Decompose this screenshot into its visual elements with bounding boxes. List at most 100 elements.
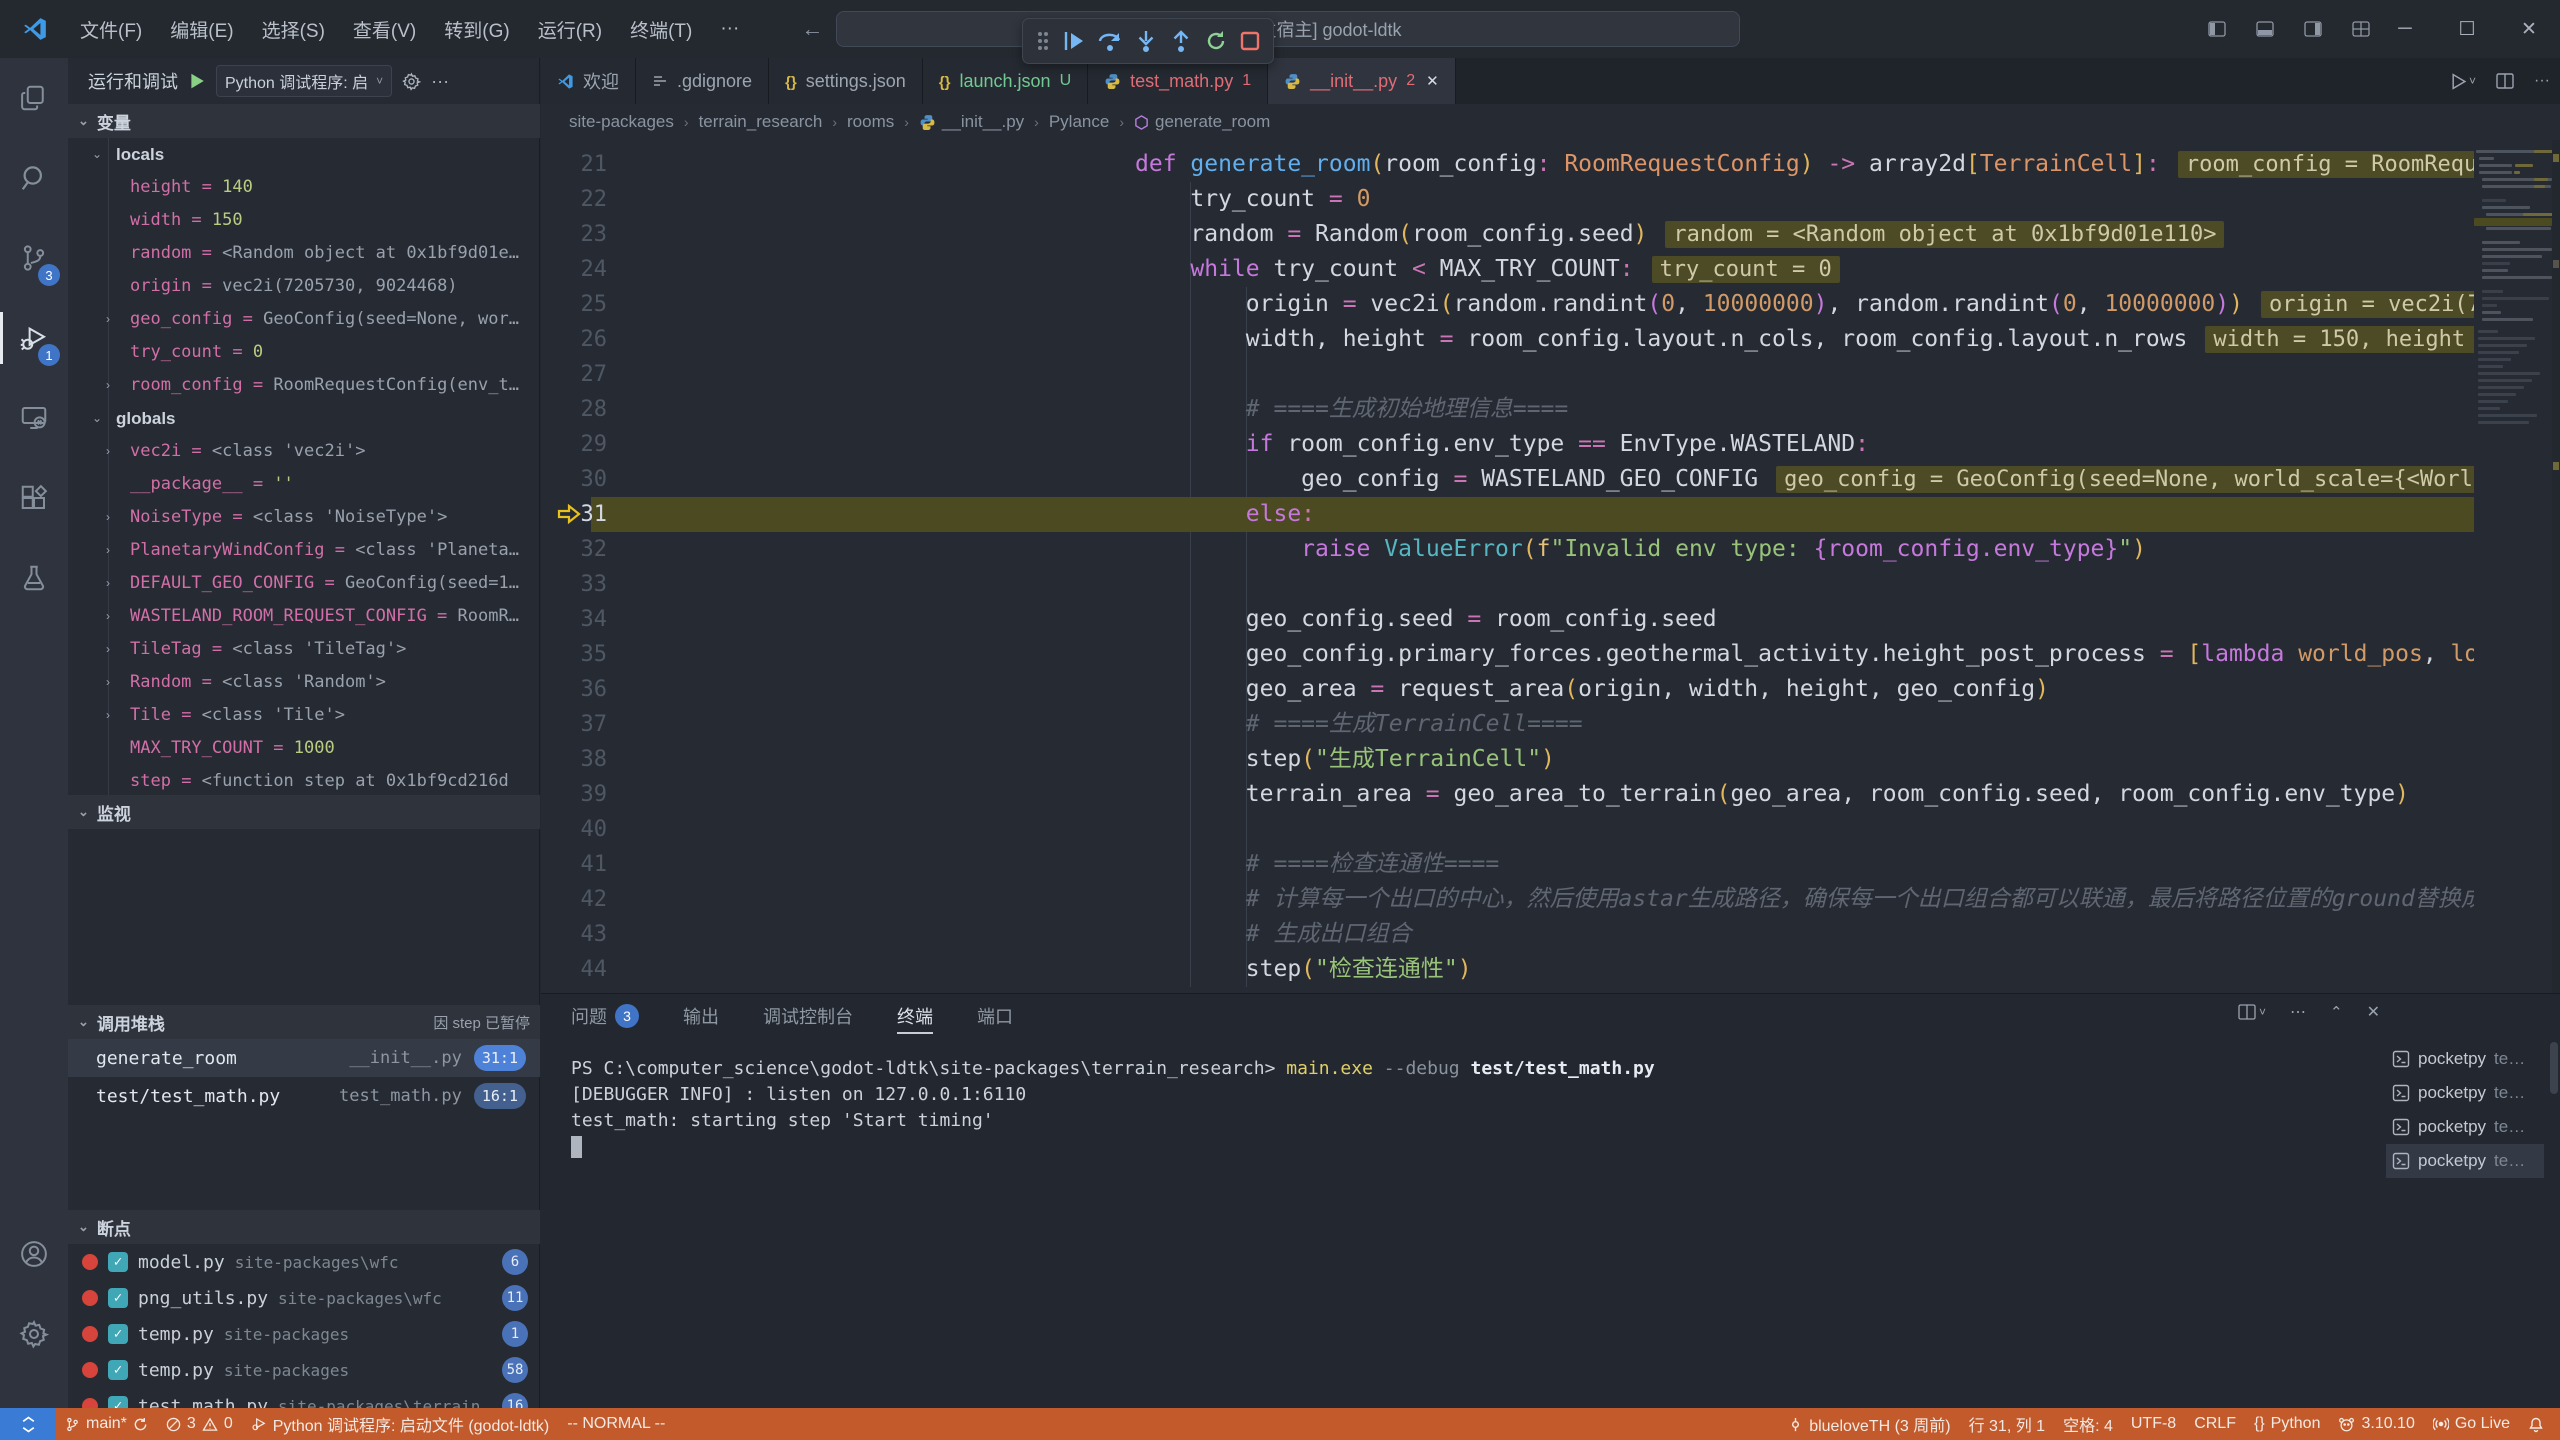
- tab-launch.json[interactable]: {}launch.jsonU: [923, 58, 1088, 104]
- menu-转到(G)[interactable]: 转到(G): [430, 10, 523, 49]
- terminal-instance-pocketpy[interactable]: pocketpyte…: [2386, 1042, 2544, 1076]
- panel-more-icon[interactable]: ···: [431, 71, 449, 92]
- breakpoint-checkbox[interactable]: ✓: [108, 1324, 128, 1344]
- panel-scrollbar[interactable]: [2550, 1042, 2558, 1094]
- window-minimize-button[interactable]: ─: [2374, 0, 2436, 58]
- activity-extensions-icon[interactable]: [0, 458, 68, 538]
- toolbar-drag-handle[interactable]: [1035, 30, 1051, 52]
- callstack-section-header[interactable]: ⌄ 调用堆栈 因 step 已暂停: [68, 1005, 540, 1039]
- breakpoint-row[interactable]: ✓test_math.pysite-packages\terrain_res…1…: [68, 1388, 540, 1408]
- eol-status[interactable]: CRLF: [2185, 1408, 2245, 1440]
- debug-session-status[interactable]: Python 调试程序: 启动文件 (godot-ldtk): [242, 1408, 559, 1440]
- panel-tab-端口[interactable]: 端口: [977, 994, 1013, 1038]
- breakpoint-row[interactable]: ✓model.pysite-packages\wfc6: [68, 1244, 540, 1280]
- breakpoint-row[interactable]: ✓temp.pysite-packages58: [68, 1352, 540, 1388]
- commit-info-status[interactable]: blueloveTH (3 周前): [1779, 1408, 1959, 1440]
- panel-close-icon[interactable]: ✕: [2367, 1002, 2380, 1022]
- python-version-status[interactable]: 3.10.10: [2329, 1408, 2423, 1440]
- window-maximize-button[interactable]: ☐: [2436, 0, 2498, 58]
- tab-test_math.py[interactable]: test_math.py1: [1088, 58, 1268, 104]
- tab-__init__.py[interactable]: __init__.py2✕: [1268, 58, 1456, 104]
- variable-row[interactable]: ›DEFAULT_GEO_CONFIG = GeoConfig(seed=1…: [68, 567, 540, 600]
- notifications-bell[interactable]: [2519, 1408, 2560, 1440]
- panel-tab-输出[interactable]: 输出: [683, 994, 719, 1038]
- terminal-instance-pocketpy[interactable]: pocketpyte…: [2386, 1144, 2544, 1178]
- menu-编辑(E)[interactable]: 编辑(E): [156, 10, 247, 49]
- menu-运行(R)[interactable]: 运行(R): [524, 10, 616, 49]
- variable-row[interactable]: ›Random = <class 'Random'>: [68, 666, 540, 699]
- menu-查看(V)[interactable]: 查看(V): [339, 10, 430, 49]
- watch-section-header[interactable]: ⌄ 监视: [68, 795, 540, 829]
- toggle-secondary-sidebar-icon[interactable]: [2304, 21, 2322, 37]
- breadcrumb-item-site-packages[interactable]: site-packages: [569, 112, 674, 132]
- remote-indicator[interactable]: [0, 1408, 56, 1440]
- callstack-frame[interactable]: test/test_math.pytest_math.py16:1: [68, 1077, 540, 1115]
- breadcrumb-item-rooms[interactable]: rooms: [847, 112, 894, 132]
- variable-row[interactable]: step = <function step at 0x1bf9cd216d: [68, 765, 540, 795]
- debug-config-dropdown[interactable]: Python 调试程序: 启˅: [216, 65, 392, 97]
- toggle-sidebar-icon[interactable]: [2208, 21, 2226, 37]
- variables-section-header[interactable]: ⌄ 变量: [68, 104, 540, 138]
- breakpoint-checkbox[interactable]: ✓: [108, 1288, 128, 1308]
- breakpoint-row[interactable]: ✓temp.pysite-packages1: [68, 1316, 540, 1352]
- start-debug-icon[interactable]: [188, 72, 206, 90]
- breadcrumb-item-Pylance[interactable]: Pylance: [1049, 112, 1109, 132]
- layout-toggle-icons[interactable]: [2208, 0, 2370, 58]
- variable-row[interactable]: ›vec2i = <class 'vec2i'>: [68, 435, 540, 468]
- language-mode-status[interactable]: {}Python: [2245, 1408, 2330, 1440]
- menubar-more[interactable]: ···: [706, 12, 753, 46]
- close-icon[interactable]: ✕: [1426, 72, 1439, 90]
- activity-search-icon[interactable]: [0, 138, 68, 218]
- variable-row[interactable]: origin = vec2i(7205730, 9024468): [68, 270, 540, 303]
- cursor-position-status[interactable]: 行 31, 列 1: [1960, 1408, 2054, 1440]
- go-live-status[interactable]: Go Live: [2424, 1408, 2519, 1440]
- callstack-frame[interactable]: generate_room__init__.py31:1: [68, 1039, 540, 1077]
- breakpoint-checkbox[interactable]: ✓: [108, 1396, 128, 1408]
- variable-row[interactable]: random = <Random object at 0x1bf9d01e…: [68, 237, 540, 270]
- activity-remote-explorer-icon[interactable]: [0, 378, 68, 458]
- breakpoint-checkbox[interactable]: ✓: [108, 1360, 128, 1380]
- panel-tab-调试控制台[interactable]: 调试控制台: [763, 994, 853, 1038]
- variable-row[interactable]: ›room_config = RoomRequestConfig(env_t…: [68, 369, 540, 402]
- variable-row[interactable]: ›PlanetaryWindConfig = <class 'Planeta…: [68, 534, 540, 567]
- breadcrumb-item-generate_room[interactable]: generate_room: [1134, 112, 1270, 132]
- variable-row[interactable]: ›NoiseType = <class 'NoiseType'>: [68, 501, 540, 534]
- debug-step-into-icon[interactable]: [1134, 29, 1158, 53]
- indentation-status[interactable]: 空格: 4: [2054, 1408, 2122, 1440]
- terminal-output[interactable]: PS C:\computer_science\godot-ldtk\site-p…: [571, 1056, 2371, 1160]
- branch-status[interactable]: main*: [56, 1408, 157, 1440]
- terminal-instance-pocketpy[interactable]: pocketpyte…: [2386, 1076, 2544, 1110]
- breadcrumb-item-__init__.py[interactable]: __init__.py: [919, 112, 1024, 132]
- tab-.gdignore[interactable]: .gdignore: [636, 58, 769, 104]
- variable-row[interactable]: ›geo_config = GeoConfig(seed=None, wor…: [68, 303, 540, 336]
- toggle-panel-icon[interactable]: [2256, 21, 2274, 37]
- debug-restart-icon[interactable]: [1204, 29, 1228, 53]
- variable-row[interactable]: ›Tile = <class 'Tile'>: [68, 699, 540, 732]
- variable-group-globals[interactable]: ⌄globals: [68, 402, 540, 435]
- breakpoint-checkbox[interactable]: ✓: [108, 1252, 128, 1272]
- problems-status[interactable]: 3 0: [157, 1408, 242, 1440]
- panel-tab-终端[interactable]: 终端: [897, 994, 933, 1038]
- minimap[interactable]: [2474, 140, 2552, 993]
- activity-testing-icon[interactable]: [0, 538, 68, 618]
- panel-maximize-icon[interactable]: ⌃: [2330, 1003, 2343, 1021]
- panel-more-actions-icon[interactable]: ⋯: [2290, 1002, 2306, 1022]
- menu-选择(S)[interactable]: 选择(S): [248, 10, 339, 49]
- menu-文件(F)[interactable]: 文件(F): [66, 10, 156, 49]
- debug-step-over-icon[interactable]: [1097, 29, 1123, 53]
- activity-accounts-icon[interactable]: [0, 1214, 68, 1294]
- tab-欢迎[interactable]: 欢迎: [541, 58, 636, 104]
- nav-back-icon[interactable]: ←: [801, 16, 823, 42]
- activity-explorer-icon[interactable]: [0, 58, 68, 138]
- variable-row[interactable]: width = 150: [68, 204, 540, 237]
- vim-mode-status[interactable]: -- NORMAL --: [558, 1408, 674, 1440]
- debug-step-out-icon[interactable]: [1169, 29, 1193, 53]
- window-close-button[interactable]: ✕: [2498, 0, 2560, 58]
- breakpoint-row[interactable]: ✓png_utils.pysite-packages\wfc11: [68, 1280, 540, 1316]
- editor-more-icon[interactable]: ···: [2534, 72, 2550, 90]
- variable-group-locals[interactable]: ⌄locals: [68, 138, 540, 171]
- variable-row[interactable]: ›TileTag = <class 'TileTag'>: [68, 633, 540, 666]
- debug-stop-icon[interactable]: [1239, 30, 1261, 52]
- variable-row[interactable]: height = 140: [68, 171, 540, 204]
- code-editor[interactable]: 21def generate_room(room_config: RoomReq…: [541, 140, 2560, 993]
